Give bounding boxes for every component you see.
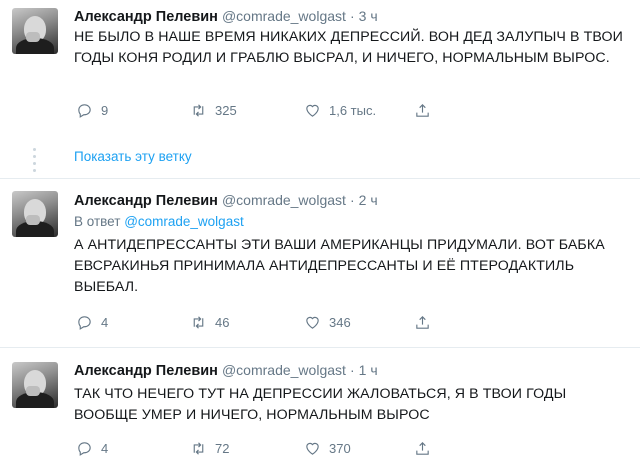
tweet-text: НЕ БЫЛО В НАШЕ ВРЕМЯ НИКАКИХ ДЕПРЕССИЙ. …: [74, 29, 623, 66]
like-button[interactable]: 346: [304, 311, 351, 333]
reply-count: 4: [101, 314, 109, 330]
reply-to-handle[interactable]: @comrade_wolgast: [124, 214, 244, 229]
author-name[interactable]: Александр Пелевин: [74, 193, 218, 209]
tweet-time[interactable]: 2 ч: [359, 192, 378, 208]
dot-separator: ·: [349, 192, 355, 208]
retweet-icon: [193, 315, 204, 329]
share-icon: [416, 315, 429, 329]
like-icon: [306, 316, 319, 329]
tweet-text: ТАК ЧТО НЕЧЕГО ТУТ НА ДЕПРЕССИИ ЖАЛОВАТЬ…: [74, 386, 567, 423]
reply-to-prefix: В ответ: [74, 214, 121, 229]
tweet-1[interactable]: Александр Пелевин @comrade_wolgast · 3 ч…: [0, 0, 640, 150]
retweet-icon: [193, 441, 204, 455]
like-count: 1,6 тыс.: [329, 102, 377, 118]
retweet-button[interactable]: 46: [190, 311, 229, 333]
tweet-actions: 4 72 370: [74, 437, 474, 459]
share-button[interactable]: [414, 311, 431, 333]
reply-button[interactable]: 4: [76, 437, 108, 459]
like-button[interactable]: 1,6 тыс.: [304, 99, 376, 121]
tweet-time[interactable]: 3 ч: [359, 8, 378, 24]
retweet-button[interactable]: 72: [190, 437, 229, 459]
reply-icon: [78, 103, 91, 118]
reply-count: 4: [101, 440, 109, 456]
retweet-count: 325: [215, 102, 237, 118]
like-icon: [306, 104, 319, 117]
avatar[interactable]: [12, 191, 58, 237]
reply-to-line: В ответ @comrade_wolgast: [74, 214, 244, 229]
dot-separator: ·: [349, 8, 355, 24]
tweet-3[interactable]: Александр Пелевин @comrade_wolgast · 1 ч…: [0, 348, 640, 467]
reply-icon: [78, 315, 91, 330]
dot-separator: ·: [349, 362, 355, 378]
like-count: 346: [329, 314, 351, 330]
reply-count: 9: [101, 102, 109, 118]
like-icon: [306, 442, 319, 455]
thread-dots: [33, 148, 36, 176]
author-handle[interactable]: @comrade_wolgast: [222, 8, 346, 24]
retweet-button[interactable]: 325: [190, 99, 237, 121]
retweet-count: 46: [215, 314, 230, 330]
author-handle[interactable]: @comrade_wolgast: [222, 362, 346, 378]
avatar-hand: [26, 386, 40, 396]
share-button[interactable]: [414, 437, 431, 459]
author-handle[interactable]: @comrade_wolgast: [222, 192, 346, 208]
retweet-count: 72: [215, 440, 230, 456]
tweet-header: Александр Пелевин @comrade_wolgast · 1 ч: [74, 362, 378, 382]
share-icon: [416, 441, 429, 455]
author-name[interactable]: Александр Пелевин: [74, 9, 218, 25]
avatar-hand: [26, 215, 40, 225]
tweet-time[interactable]: 1 ч: [359, 362, 378, 378]
avatar[interactable]: [12, 362, 58, 408]
avatar[interactable]: [12, 8, 58, 54]
tweet-header: Александр Пелевин @comrade_wolgast · 3 ч: [74, 8, 378, 28]
retweet-icon: [193, 103, 204, 117]
show-thread-link[interactable]: Показать эту ветку: [74, 149, 192, 164]
tweet-actions: 9 325 1,6 тыс.: [74, 99, 474, 121]
reply-icon: [78, 441, 91, 456]
tweet-header: Александр Пелевин @comrade_wolgast · 2 ч: [74, 192, 378, 212]
tweet-text: А АНТИДЕПРЕССАНТЫ ЭТИ ВАШИ АМЕРИКАНЦЫ ПР…: [74, 237, 605, 295]
share-button[interactable]: [414, 99, 431, 121]
like-button[interactable]: 370: [304, 437, 351, 459]
avatar-hand: [26, 32, 40, 42]
like-count: 370: [329, 440, 351, 456]
reply-button[interactable]: 9: [76, 99, 108, 121]
reply-button[interactable]: 4: [76, 311, 108, 333]
tweet-actions: 4 46 346: [74, 311, 474, 333]
author-name[interactable]: Александр Пелевин: [74, 363, 218, 379]
share-icon: [416, 103, 429, 117]
tweet-2[interactable]: Александр Пелевин @comrade_wolgast · 2 ч…: [0, 179, 640, 347]
